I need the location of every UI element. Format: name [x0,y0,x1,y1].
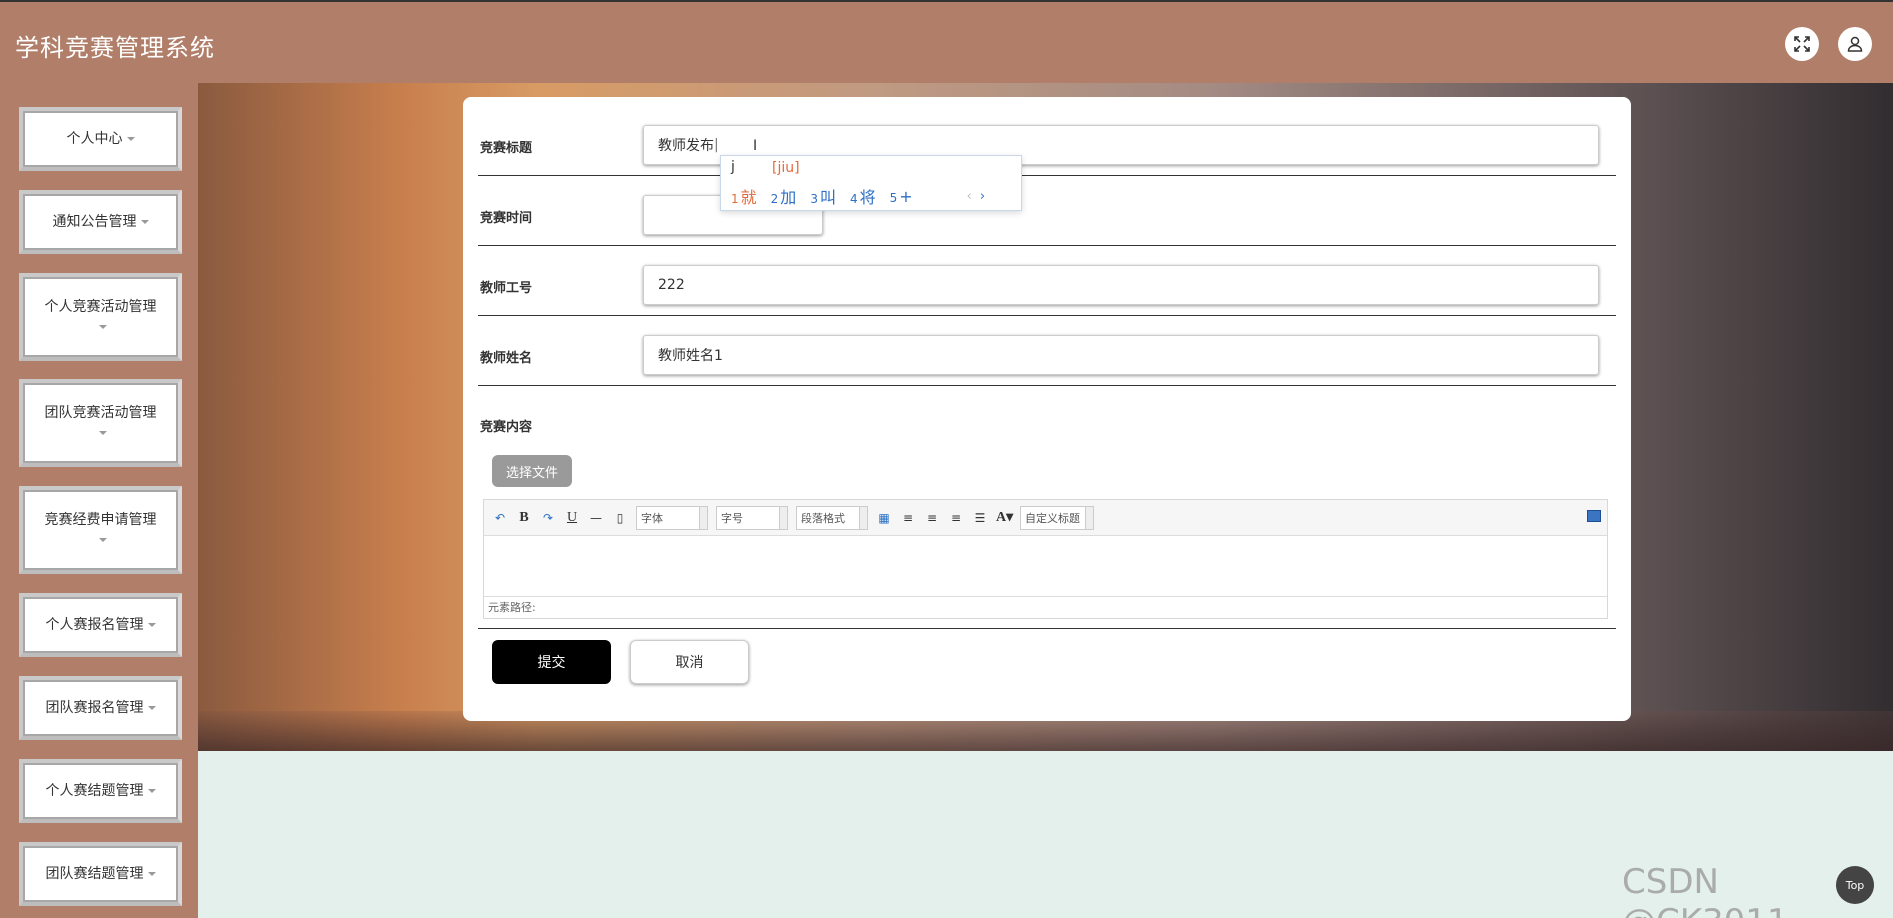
ime-candidate-num: 3 [810,192,818,206]
custom-select-value: 自定义标题 [1025,511,1080,525]
teacher-name-input[interactable]: 教师姓名1 [643,335,1599,375]
submit-button[interactable]: 提交 [492,640,611,684]
font-family-select[interactable]: 字体 [636,505,708,530]
sidebar-item-label: 个人中心 [66,131,123,147]
teacher-id-label: 教师工号 [480,281,533,296]
text-cursor-icon: I [753,138,758,154]
teacher-id-input[interactable]: 222 [643,265,1599,305]
fullscreen-icon [1794,36,1810,52]
align-justify-icon[interactable]: ☰ [972,511,988,525]
sidebar-item-team-signup[interactable]: 团队赛报名管理 [19,676,182,740]
sidebar-item-personal-center[interactable]: 个人中心 [19,107,182,171]
font-size-select[interactable]: 字号 [716,505,788,530]
horizontal-rule-icon[interactable]: — [588,511,604,525]
sidebar: 个人中心 通知公告管理 个人竞赛活动管理 团队竞赛活动管理 竞赛经费申请管理 个… [0,83,198,918]
ime-candidate-num: 4 [849,192,858,206]
ime-next-icon[interactable]: › [980,189,985,204]
choose-file-button[interactable]: 选择文件 [492,455,572,487]
size-select-value: 字号 [721,511,743,525]
form-panel: 竞赛标题 教师发布 | I 竞赛时间 教师工号 222 教师姓名 教师姓名1 竞赛… [463,97,1631,721]
sidebar-item-funding[interactable]: 竞赛经费申请管理 [19,486,182,574]
sidebar-item-notice[interactable]: 通知公告管理 [19,190,182,254]
sidebar-item-label: 通知公告管理 [52,214,137,230]
ime-candidate-text: 加 [780,188,797,207]
sidebar-item-label: 团队赛结题管理 [45,866,144,882]
sidebar-item-label: 竞赛经费申请管理 [44,512,157,528]
chevron-down-icon [140,220,149,224]
para-select-value: 段落格式 [801,511,845,525]
app-title: 学科竞赛管理系统 [15,34,215,62]
sidebar-item-label: 个人赛报名管理 [45,617,144,633]
ime-candidate-text: 将 [859,188,876,207]
redo-icon[interactable]: ↷ [540,511,556,525]
ime-candidate-num: 5 [889,190,898,205]
cancel-button[interactable]: 取消 [630,640,749,684]
chevron-down-icon [147,872,156,876]
sidebar-item-label: 团队赛报名管理 [45,700,144,716]
user-icon [1847,36,1863,52]
time-label: 竞赛时间 [480,211,533,226]
align-left-icon[interactable]: ≡ [900,511,916,525]
ime-candidate-popup: j [jiu] 1就 2加 3叫 4将 5 + ‹ › [720,155,1022,211]
underline-icon[interactable]: U [564,510,580,526]
chevron-down-icon [98,325,107,329]
editor-toolbar: ↶ B ↷ U — ▯ 字体 字号 段落格式 ▦ ≡ ≡ ≡ ☰ A▾ 自定义标… [484,500,1607,536]
sidebar-item-personal-contest[interactable]: 个人竞赛活动管理 [19,273,182,361]
title-input-value: 教师发布 [658,138,714,154]
align-center-icon[interactable]: ≡ [948,511,964,525]
form-row-teacher-id: 教师工号 222 [478,246,1616,316]
table-icon[interactable]: ▦ [876,511,892,525]
form-row-teacher-name: 教师姓名 教师姓名1 [478,316,1616,386]
sidebar-item-team-contest[interactable]: 团队竞赛活动管理 [19,379,182,467]
undo-icon[interactable]: ↶ [492,511,508,525]
rich-text-editor: ↶ B ↷ U — ▯ 字体 字号 段落格式 ▦ ≡ ≡ ≡ ☰ A▾ 自定义标… [483,499,1608,619]
chevron-down-icon [126,137,135,141]
element-path: 元素路径: [484,596,1607,618]
back-to-top-button[interactable]: Top [1836,866,1874,904]
bold-icon[interactable]: B [516,510,532,526]
sidebar-item-label: 团队竞赛活动管理 [44,405,157,421]
ime-candidate-text: 就 [740,188,757,207]
align-right-icon[interactable]: ≡ [924,511,940,525]
ime-candidate[interactable]: 1就 [731,184,757,208]
ime-candidate-text: 叫 [819,188,836,207]
ime-candidate-num: 1 [731,192,739,206]
ime-candidate[interactable]: 3叫 [810,184,836,208]
ime-pinyin: [jiu] [772,160,800,176]
ime-input-text: j [731,159,735,175]
ime-candidate-text: + [899,186,913,206]
font-color-icon[interactable]: A▾ [996,509,1013,526]
ime-prev-icon[interactable]: ‹ [967,189,972,204]
chevron-down-icon [147,789,156,793]
title-label: 竞赛标题 [480,141,533,156]
teacher-name-label: 教师姓名 [480,351,533,366]
fullscreen-editor-icon[interactable] [1587,510,1601,522]
document-icon[interactable]: ▯ [612,511,628,525]
chevron-down-icon [147,706,156,710]
ime-candidate[interactable]: 5 + [890,187,913,206]
top-header: 学科竞赛管理系统 [0,0,1893,83]
sidebar-item-personal-signup[interactable]: 个人赛报名管理 [19,593,182,657]
ime-candidates: 1就 2加 3叫 4将 5 + ‹ › [731,184,985,208]
custom-heading-select[interactable]: 自定义标题 [1020,505,1094,530]
sidebar-item-personal-conclusion[interactable]: 个人赛结题管理 [19,759,182,823]
chevron-down-icon [98,431,107,435]
content-label: 竞赛内容 [480,420,533,435]
user-button[interactable] [1838,27,1872,61]
ime-candidate-num: 2 [770,192,779,206]
form-row-time: 竞赛时间 [478,176,1616,246]
ime-candidate[interactable]: 4将 [850,184,876,208]
sidebar-item-team-conclusion[interactable]: 团队赛结题管理 [19,842,182,906]
paragraph-format-select[interactable]: 段落格式 [796,505,868,530]
font-select-value: 字体 [641,511,663,525]
ime-candidate[interactable]: 2加 [771,184,797,208]
sidebar-item-label: 个人赛结题管理 [45,783,144,799]
fullscreen-button[interactable] [1785,27,1819,61]
chevron-down-icon [98,538,107,542]
chevron-down-icon [147,623,156,627]
sidebar-item-label: 个人竞赛活动管理 [44,299,157,315]
form-row-title: 竞赛标题 教师发布 | I [478,97,1616,176]
